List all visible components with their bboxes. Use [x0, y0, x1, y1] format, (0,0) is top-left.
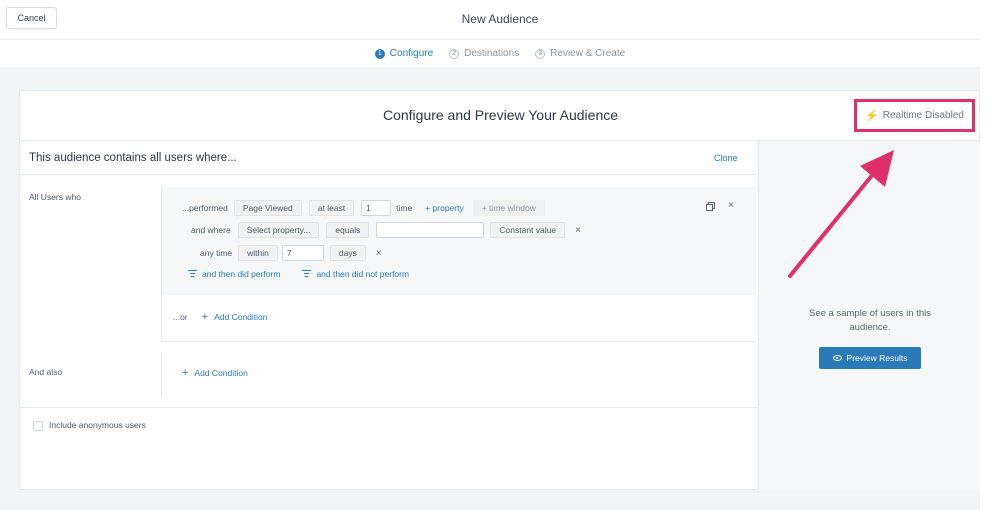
and-also-label: And also — [29, 367, 63, 377]
sample-text-content: See a sample of users in this audience. — [809, 308, 931, 333]
step-number: 2 — [449, 48, 460, 59]
realtime-label: Realtime Disabled — [882, 110, 964, 121]
then-did-not-perform-link[interactable]: and then did not perform — [302, 269, 409, 279]
count-input[interactable]: 1 — [361, 200, 392, 216]
clone-link[interactable]: Clone — [714, 153, 738, 163]
all-users-label: All Users who — [29, 192, 81, 202]
and-also-group: + Add Condition — [161, 352, 756, 397]
preview-results-button[interactable]: Preview Results — [819, 347, 921, 369]
or-label: ...or — [173, 312, 188, 322]
divider — [20, 407, 758, 408]
card-header: Configure and Preview Your Audience ⚡ Re… — [20, 91, 979, 141]
condition-builder: This audience contains all users where..… — [20, 141, 758, 491]
funnel-icon — [188, 270, 197, 278]
plus-icon: + — [201, 311, 209, 323]
then-did-not-perform-label: and then did not perform — [316, 269, 410, 279]
step-review-create[interactable]: 3 Review & Create — [535, 48, 625, 59]
value-input[interactable] — [376, 222, 485, 238]
amount-input[interactable]: 7 — [281, 245, 324, 261]
add-time-window-button[interactable]: + time window — [472, 200, 545, 216]
remove-time-icon[interactable]: × — [376, 248, 382, 259]
remove-filter-icon[interactable]: × — [575, 225, 581, 236]
unit-label: time — [396, 203, 413, 213]
step-destinations[interactable]: 2 Destinations — [449, 48, 519, 59]
add-condition-button-2[interactable]: + Add Condition — [182, 367, 248, 379]
step-label: Review & Create — [550, 48, 626, 59]
copy-icon[interactable] — [706, 202, 715, 211]
condition-row-time: any time within 7 days × — [200, 245, 382, 261]
step-number: 1 — [374, 48, 385, 59]
then-did-perform-link[interactable]: and then did perform — [188, 269, 280, 279]
add-condition-label: Add Condition — [214, 312, 268, 322]
condition-group: ...performed Page Viewed at least 1 time… — [161, 187, 756, 295]
then-actions-row: and then did perform and then did not pe… — [188, 269, 409, 279]
remove-condition-icon[interactable]: × — [728, 200, 734, 211]
then-did-perform-label: and then did perform — [202, 269, 281, 279]
preview-results-label: Preview Results — [846, 353, 908, 363]
add-condition-label: Add Condition — [194, 368, 248, 378]
any-time-label: any time — [200, 248, 233, 258]
operator-select[interactable]: at least — [308, 200, 355, 216]
eye-icon — [832, 355, 842, 361]
cancel-button[interactable]: Cancel — [6, 7, 57, 29]
within-select[interactable]: within — [238, 245, 278, 261]
or-condition-group: ...or + Add Condition — [161, 295, 756, 342]
and-also-row: + Add Condition — [182, 367, 248, 379]
plus-icon: + — [182, 367, 189, 379]
time-unit-select[interactable]: days — [329, 245, 366, 261]
condition-row-performed: ...performed Page Viewed at least 1 time… — [182, 200, 756, 216]
condition-row-where: and where Select property... equals Cons… — [191, 222, 581, 238]
audience-card: Configure and Preview Your Audience ⚡ Re… — [19, 90, 980, 491]
sample-text: See a sample of users in this audience. — [759, 307, 981, 335]
value-type-select[interactable]: Constant value — [490, 222, 566, 238]
comparator-select[interactable]: equals — [326, 222, 370, 238]
performed-label: ...performed — [182, 203, 228, 213]
include-anonymous-checkbox[interactable] — [33, 421, 43, 431]
contains-header: This audience contains all users where..… — [20, 141, 758, 175]
step-configure[interactable]: 1 Configure — [374, 48, 434, 59]
add-property-link[interactable]: + property — [425, 203, 464, 213]
step-label: Configure — [389, 48, 434, 59]
lightning-icon: ⚡ — [865, 110, 879, 122]
include-anonymous-label: Include anonymous users — [49, 420, 146, 430]
step-number: 3 — [535, 48, 546, 59]
top-bar: New Audience Cancel — [0, 0, 980, 40]
step-label: Destinations — [464, 48, 520, 59]
add-condition-button[interactable]: + Add Condition — [202, 311, 268, 323]
page-title: New Audience — [461, 12, 539, 26]
preview-panel: See a sample of users in this audience. … — [758, 141, 980, 491]
contains-text: This audience contains all users where..… — [29, 152, 237, 164]
and-where-label: and where — [191, 225, 231, 235]
event-select[interactable]: Page Viewed — [233, 200, 302, 216]
or-row: ...or + Add Condition — [173, 311, 268, 323]
wizard-steps: 1 Configure 2 Destinations 3 Review & Cr… — [0, 40, 1000, 67]
funnel-icon — [302, 270, 312, 278]
property-select[interactable]: Select property... — [237, 222, 320, 238]
card-title: Configure and Preview Your Audience — [382, 107, 619, 123]
realtime-toggle[interactable]: ⚡ Realtime Disabled — [854, 99, 975, 132]
